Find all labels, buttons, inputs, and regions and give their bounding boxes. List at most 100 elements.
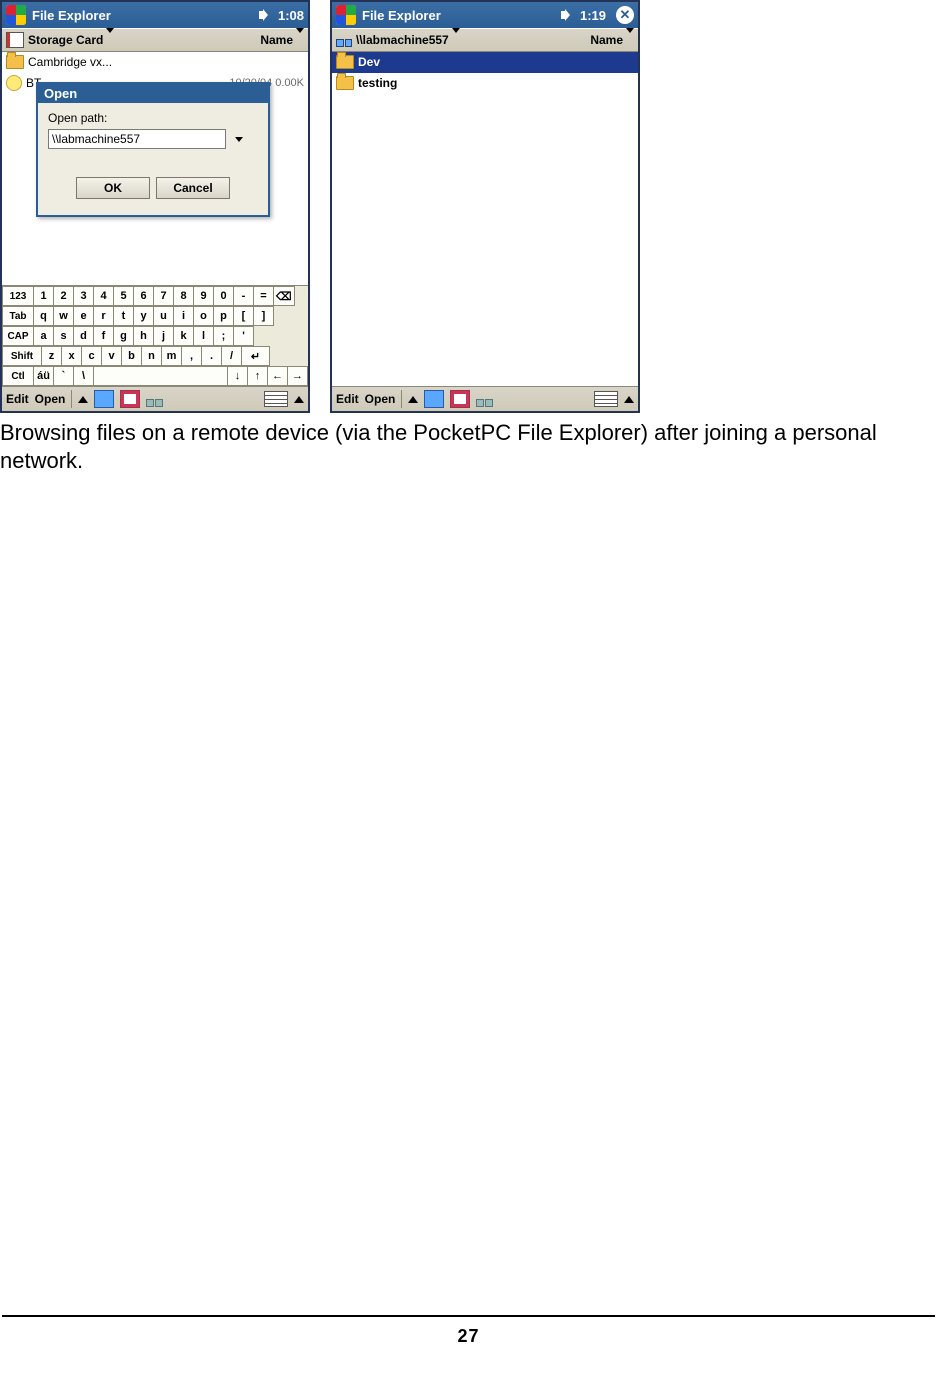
key[interactable]: d [74, 326, 94, 346]
network-location-icon [336, 33, 352, 47]
volume-icon[interactable] [560, 8, 574, 22]
figure-caption: Browsing files on a remote device (via t… [0, 417, 937, 474]
key[interactable]: u [154, 306, 174, 326]
key-space[interactable] [94, 366, 228, 386]
key[interactable]: k [174, 326, 194, 346]
key[interactable]: 5 [114, 286, 134, 306]
key[interactable]: w [54, 306, 74, 326]
network-icon[interactable] [146, 391, 164, 407]
key[interactable]: v [102, 346, 122, 366]
key-ctl[interactable]: Ctl [2, 366, 34, 386]
key-shift[interactable]: Shift [2, 346, 42, 366]
key[interactable]: i [174, 306, 194, 326]
location-dropdown[interactable]: Storage Card [28, 33, 114, 47]
open-path-input[interactable] [48, 129, 226, 149]
up-icon[interactable] [78, 396, 88, 403]
keyboard-icon[interactable] [594, 391, 618, 407]
key[interactable]: ; [214, 326, 234, 346]
key[interactable]: 6 [134, 286, 154, 306]
key[interactable]: áü [34, 366, 54, 386]
key-tab[interactable]: Tab [2, 306, 34, 326]
key-up[interactable] [248, 366, 268, 386]
key-caps[interactable]: CAP [2, 326, 34, 346]
location-bar: \\labmachine557 Name [332, 28, 638, 52]
menu-edit[interactable]: Edit [6, 392, 29, 406]
key[interactable]: b [122, 346, 142, 366]
list-item[interactable]: Cambridge vx... [2, 52, 308, 73]
key[interactable]: y [134, 306, 154, 326]
key[interactable]: e [74, 306, 94, 326]
file-name: Cambridge vx... [28, 55, 112, 69]
storage-card-icon [6, 32, 24, 48]
key[interactable]: n [142, 346, 162, 366]
network-icon[interactable] [476, 391, 494, 407]
menu-open[interactable]: Open [365, 392, 396, 406]
tool-icon[interactable] [120, 390, 140, 408]
key[interactable]: p [214, 306, 234, 326]
key[interactable]: / [222, 346, 242, 366]
key[interactable]: 3 [74, 286, 94, 306]
cancel-button[interactable]: Cancel [156, 177, 230, 199]
key[interactable]: \ [74, 366, 94, 386]
tool-icon[interactable] [450, 390, 470, 408]
key[interactable]: . [202, 346, 222, 366]
key[interactable]: c [82, 346, 102, 366]
tool-icon[interactable] [424, 390, 444, 408]
key-123[interactable]: 123 [2, 286, 34, 306]
up-icon[interactable] [624, 396, 634, 403]
key[interactable]: ] [254, 306, 274, 326]
key-backspace[interactable] [274, 286, 295, 306]
key[interactable]: 0 [214, 286, 234, 306]
up-icon[interactable] [294, 396, 304, 403]
key[interactable]: f [94, 326, 114, 346]
key-right[interactable] [288, 366, 308, 386]
chevron-down-icon[interactable] [235, 137, 243, 142]
key[interactable]: r [94, 306, 114, 326]
key[interactable]: q [34, 306, 54, 326]
key[interactable]: o [194, 306, 214, 326]
key[interactable]: 9 [194, 286, 214, 306]
key[interactable]: - [234, 286, 254, 306]
keyboard-icon[interactable] [264, 391, 288, 407]
sort-dropdown[interactable]: Name [590, 33, 634, 47]
key[interactable]: m [162, 346, 182, 366]
title-bar: File Explorer 1:08 [2, 2, 308, 28]
key[interactable]: 2 [54, 286, 74, 306]
key-left[interactable] [268, 366, 288, 386]
key[interactable]: g [114, 326, 134, 346]
start-icon[interactable] [336, 5, 356, 25]
menu-edit[interactable]: Edit [336, 392, 359, 406]
key[interactable]: 8 [174, 286, 194, 306]
menu-open[interactable]: Open [35, 392, 66, 406]
key[interactable]: 4 [94, 286, 114, 306]
key[interactable]: ` [54, 366, 74, 386]
key[interactable]: = [254, 286, 274, 306]
key[interactable]: z [42, 346, 62, 366]
screenshot-left: File Explorer 1:08 Storage Card Name Cam… [0, 0, 310, 413]
key-down[interactable] [228, 366, 248, 386]
key[interactable]: 7 [154, 286, 174, 306]
key[interactable]: ' [234, 326, 254, 346]
key[interactable]: [ [234, 306, 254, 326]
key[interactable]: j [154, 326, 174, 346]
tool-icon[interactable] [94, 390, 114, 408]
up-icon[interactable] [408, 396, 418, 403]
list-item[interactable]: Dev [332, 52, 638, 73]
key[interactable]: s [54, 326, 74, 346]
key-enter[interactable] [242, 346, 270, 366]
key[interactable]: 1 [34, 286, 54, 306]
key[interactable]: t [114, 306, 134, 326]
key[interactable]: l [194, 326, 214, 346]
key[interactable]: x [62, 346, 82, 366]
start-icon[interactable] [6, 5, 26, 25]
key[interactable]: h [134, 326, 154, 346]
key[interactable]: , [182, 346, 202, 366]
app-title: File Explorer [32, 8, 111, 23]
close-icon[interactable]: ✕ [616, 6, 634, 24]
volume-icon[interactable] [258, 8, 272, 22]
key[interactable]: a [34, 326, 54, 346]
list-item[interactable]: testing [332, 73, 638, 94]
sort-dropdown[interactable]: Name [260, 33, 304, 47]
ok-button[interactable]: OK [76, 177, 150, 199]
location-dropdown[interactable]: \\labmachine557 [356, 33, 460, 47]
